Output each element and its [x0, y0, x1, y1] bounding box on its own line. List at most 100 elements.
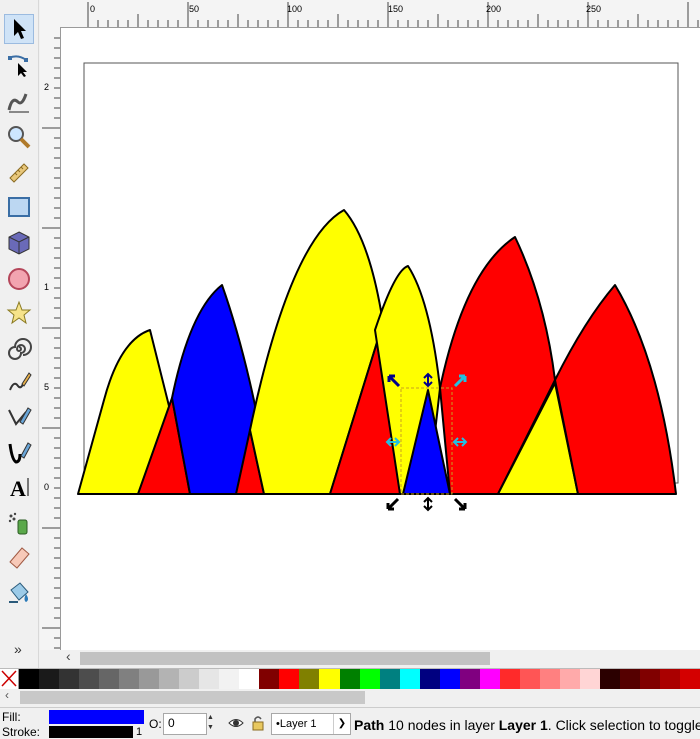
color-swatch[interactable]: [139, 669, 160, 689]
color-swatch[interactable]: [559, 669, 580, 689]
ellipse-tool-button[interactable]: [4, 264, 34, 294]
vertical-ruler[interactable]: 2 1 5 0: [40, 28, 61, 650]
color-swatch[interactable]: [359, 669, 380, 689]
color-swatch[interactable]: [419, 669, 440, 689]
red-shape[interactable]: [554, 284, 677, 495]
color-swatch[interactable]: [479, 669, 500, 689]
scroll-left-icon[interactable]: ‹: [66, 648, 71, 664]
horizontal-scrollbar[interactable]: ‹: [60, 648, 700, 668]
color-swatch[interactable]: [339, 669, 360, 689]
color-swatch[interactable]: [239, 669, 260, 689]
color-swatch[interactable]: [279, 669, 300, 689]
color-swatch[interactable]: [680, 669, 700, 689]
color-swatch[interactable]: [179, 669, 200, 689]
tweak-tool-icon: [7, 93, 29, 113]
spray-tool-icon: [8, 512, 28, 535]
measure-tool-button[interactable]: [4, 158, 34, 188]
color-swatch[interactable]: [259, 669, 280, 689]
hruler-label: 0: [90, 4, 95, 14]
toolbox: A »: [0, 0, 39, 668]
text-tool-button[interactable]: A: [4, 472, 34, 502]
horizontal-ruler[interactable]: 0 50 100 150 200 250: [60, 0, 700, 28]
color-swatch[interactable]: [59, 669, 80, 689]
eraser-tool-icon: [9, 547, 30, 569]
pen-tool-button[interactable]: [4, 402, 34, 432]
drawing-canvas[interactable]: [61, 28, 700, 650]
status-detail: 10 nodes in layer: [384, 717, 499, 733]
stroke-width-value[interactable]: 1: [136, 726, 142, 738]
color-swatch[interactable]: [519, 669, 540, 689]
node-tool-button[interactable]: [4, 50, 34, 80]
hruler-label: 100: [287, 4, 302, 14]
color-swatch[interactable]: [299, 669, 320, 689]
scale-handle-icon[interactable]: [453, 497, 467, 511]
vruler-label: 5: [44, 382, 49, 392]
color-swatch[interactable]: [219, 669, 240, 689]
star-tool-icon: [6, 300, 32, 325]
zoom-tool-button[interactable]: [4, 122, 34, 152]
color-swatch[interactable]: [39, 669, 60, 689]
palette-scrollbar[interactable]: ‹: [0, 688, 700, 707]
scroll-left-icon[interactable]: ‹: [5, 688, 9, 702]
rectangle-tool-button[interactable]: [4, 192, 34, 222]
pencil-tool-button[interactable]: [4, 368, 34, 398]
paint-bucket-tool-button[interactable]: [4, 578, 34, 608]
color-swatch[interactable]: [619, 669, 640, 689]
color-swatch[interactable]: [119, 669, 140, 689]
calligraphy-tool-button[interactable]: [4, 438, 34, 468]
spray-tool-button[interactable]: [4, 508, 34, 538]
eraser-tool-button[interactable]: [4, 542, 34, 572]
color-swatch[interactable]: [199, 669, 220, 689]
chevron-down-icon[interactable]: ❯: [333, 714, 350, 734]
no-color-swatch[interactable]: [0, 669, 19, 689]
color-palette[interactable]: [0, 668, 700, 690]
color-swatch[interactable]: [499, 669, 520, 689]
scale-handle-icon[interactable]: [386, 497, 400, 511]
layer-dropdown[interactable]: •Layer 1 ❯: [271, 713, 351, 735]
color-swatch[interactable]: [539, 669, 560, 689]
status-message: Path 10 nodes in layer Layer 1. Click se…: [354, 717, 700, 733]
spin-up-icon[interactable]: ▲: [207, 713, 219, 723]
selector-tool-button[interactable]: [4, 14, 34, 44]
opacity-label: O:: [149, 717, 162, 731]
3d-box-tool-button[interactable]: [4, 228, 34, 258]
vruler-label: 1: [44, 282, 49, 292]
zoom-tool-icon: [8, 126, 31, 149]
color-swatch[interactable]: [579, 669, 600, 689]
rectangle-tool-icon: [8, 197, 30, 217]
lock-icon[interactable]: [252, 715, 264, 731]
hruler-label: 50: [189, 4, 199, 14]
svg-text:A: A: [10, 476, 26, 500]
opacity-input[interactable]: 0: [163, 713, 207, 735]
fill-swatch[interactable]: [49, 710, 144, 724]
more-tools-icon[interactable]: »: [14, 641, 22, 657]
color-swatch[interactable]: [379, 669, 400, 689]
color-swatch[interactable]: [399, 669, 420, 689]
color-swatch[interactable]: [159, 669, 180, 689]
color-swatch[interactable]: [79, 669, 100, 689]
color-swatch[interactable]: [99, 669, 120, 689]
stroke-swatch[interactable]: [49, 726, 133, 738]
spin-down-icon[interactable]: ▼: [207, 723, 219, 733]
hruler-label: 200: [486, 4, 501, 14]
pen-tool-icon: [8, 407, 32, 426]
color-swatch[interactable]: [660, 669, 681, 689]
scrollbar-thumb[interactable]: [80, 652, 490, 665]
color-swatch[interactable]: [319, 669, 340, 689]
color-swatch[interactable]: [459, 669, 480, 689]
opacity-spinner[interactable]: ▲ ▼: [207, 713, 219, 735]
scrollbar-thumb[interactable]: [20, 691, 365, 704]
color-swatch[interactable]: [439, 669, 460, 689]
tweak-tool-button[interactable]: [4, 86, 34, 116]
color-swatch[interactable]: [639, 669, 660, 689]
selector-tool-icon: [14, 19, 26, 39]
color-swatch[interactable]: [19, 669, 40, 689]
color-swatch[interactable]: [599, 669, 620, 689]
spiral-tool-button[interactable]: [4, 334, 34, 364]
vruler-label: 2: [44, 82, 49, 92]
scale-handle-icon[interactable]: [423, 496, 433, 512]
status-hint: . Click selection to toggle: [547, 717, 700, 733]
pencil-tool-icon: [9, 372, 32, 391]
star-tool-button[interactable]: [4, 298, 34, 328]
eye-icon[interactable]: [228, 715, 244, 731]
